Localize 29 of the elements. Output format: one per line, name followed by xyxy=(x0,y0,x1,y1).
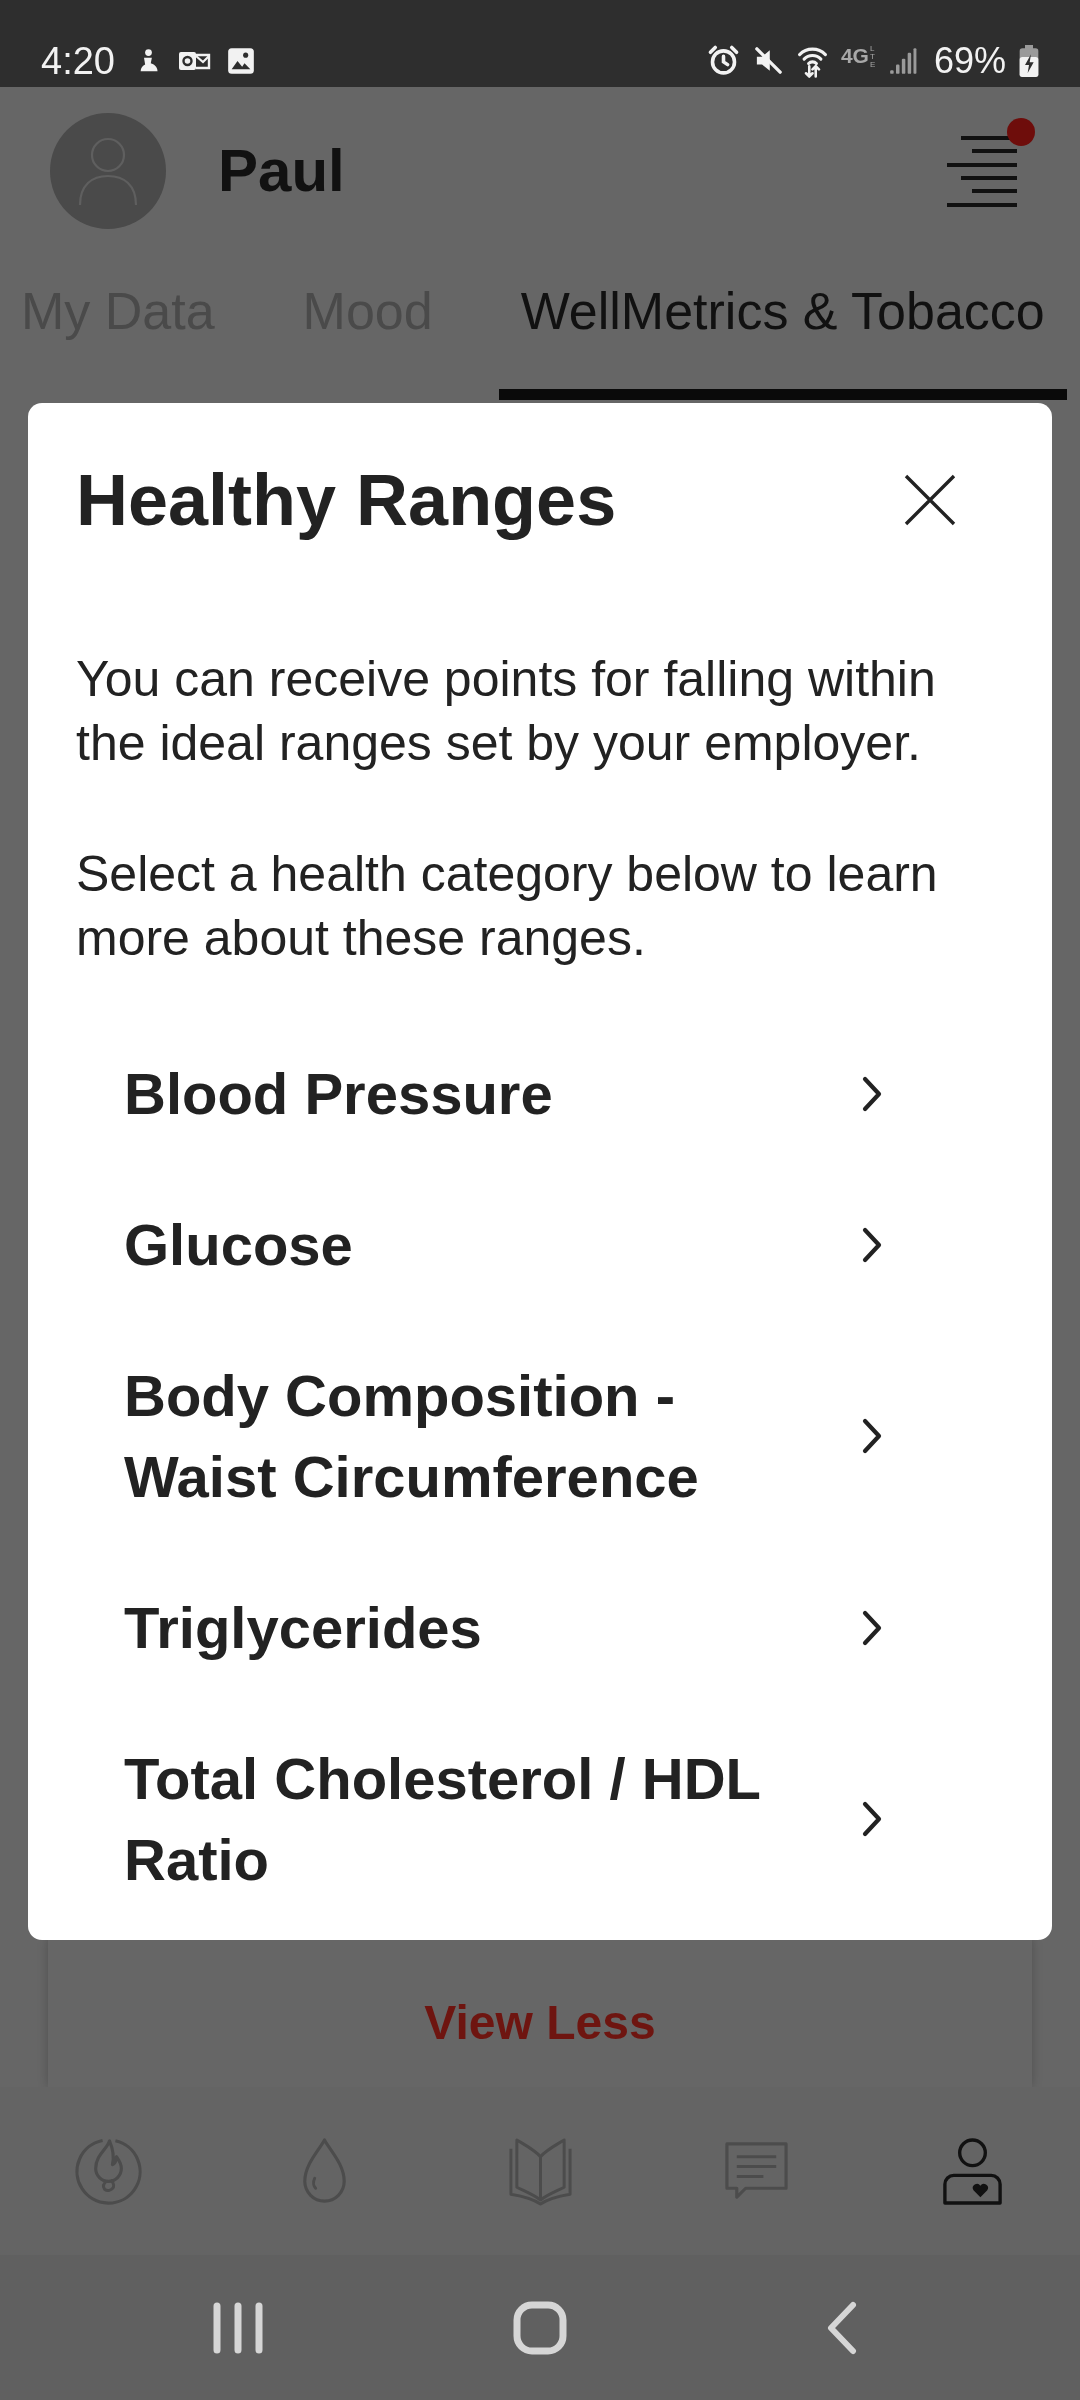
category-item[interactable]: Triglycerides xyxy=(76,1552,976,1703)
mute-icon xyxy=(752,45,784,76)
alarm-icon xyxy=(706,44,740,77)
modal-title: Healthy Ranges xyxy=(76,459,617,542)
category-item[interactable]: Blood Pressure xyxy=(76,1018,976,1169)
chevron-right-icon xyxy=(861,1800,883,1838)
battery-icon xyxy=(1019,44,1039,77)
recent-apps-icon[interactable] xyxy=(212,2301,264,2354)
chevron-right-icon xyxy=(861,1225,883,1264)
signal-icon xyxy=(888,46,917,75)
close-icon[interactable] xyxy=(904,474,956,526)
category-item[interactable]: Total Cholesterol / HDL Ratio xyxy=(76,1703,976,1935)
modal-paragraph: Select a health category below to learn more about these ranges. xyxy=(76,845,939,968)
battery-percent: 69% xyxy=(933,38,1006,83)
back-icon[interactable] xyxy=(826,2300,858,2355)
chevron-right-icon xyxy=(861,1417,883,1455)
category-item[interactable]: Glucose xyxy=(76,1169,976,1320)
home-icon[interactable] xyxy=(513,2300,567,2355)
category-item[interactable]: Body Composition - Waist Circumference xyxy=(76,1320,976,1552)
modal-paragraph: You can receive points for falling within the ideal ranges set by your employer. xyxy=(76,650,937,773)
user-name: Paul xyxy=(218,136,345,206)
network-type: 4G xyxy=(840,44,869,67)
chevron-right-icon xyxy=(861,1608,883,1647)
network-subtype: LTE xyxy=(869,44,876,69)
avatar-icon xyxy=(50,113,166,229)
chevron-right-icon xyxy=(861,1074,883,1113)
image-icon xyxy=(226,46,255,75)
menu-icon[interactable] xyxy=(947,135,1017,207)
status-time: 4:20 xyxy=(41,38,115,83)
